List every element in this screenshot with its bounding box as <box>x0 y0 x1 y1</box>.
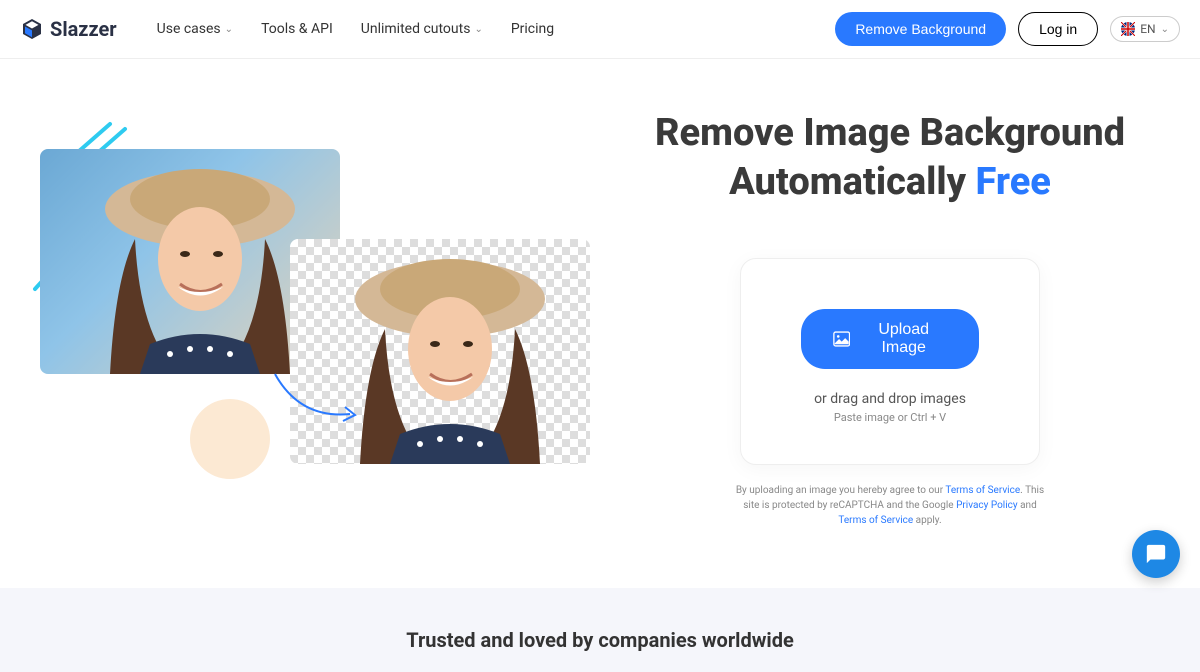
nav-unlimited[interactable]: Unlimited cutouts ⌄ <box>361 21 483 37</box>
legal-and: and <box>1018 500 1037 511</box>
logo-icon <box>20 17 44 41</box>
header-actions: Remove Background Log in EN ⌄ <box>835 12 1180 46</box>
headline-line1: Remove Image Background <box>655 111 1125 155</box>
nav-unlimited-label: Unlimited cutouts <box>361 21 471 37</box>
nav-tools[interactable]: Tools & API <box>261 21 333 37</box>
nav-use-cases[interactable]: Use cases ⌄ <box>157 21 233 37</box>
hero-image-preview <box>40 109 580 469</box>
upload-button[interactable]: Upload Image <box>801 309 979 369</box>
tos-link[interactable]: Terms of Service <box>945 485 1020 496</box>
login-button[interactable]: Log in <box>1018 12 1098 46</box>
nav-use-cases-label: Use cases <box>157 21 221 37</box>
legal-text: By uploading an image you hereby agree t… <box>730 483 1050 528</box>
person-illustration <box>290 239 590 464</box>
trusted-section: Trusted and loved by companies worldwide <box>0 588 1200 672</box>
upload-card[interactable]: Upload Image or drag and drop images Pas… <box>740 258 1040 465</box>
tos-link-2[interactable]: Terms of Service <box>838 515 913 526</box>
main-nav: Use cases ⌄ Tools & API Unlimited cutout… <box>157 21 555 37</box>
paste-hint: Paste image or Ctrl + V <box>834 411 946 424</box>
image-icon <box>833 330 850 348</box>
header: Slazzer Use cases ⌄ Tools & API Unlimite… <box>0 0 1200 59</box>
nav-pricing[interactable]: Pricing <box>511 21 554 37</box>
chevron-down-icon: ⌄ <box>1161 24 1169 35</box>
headline-accent: Free <box>976 160 1051 204</box>
after-image <box>290 239 590 464</box>
decoration-circle <box>190 399 270 479</box>
arrow-icon <box>270 369 360 429</box>
brand-text: Slazzer <box>50 17 117 41</box>
logo[interactable]: Slazzer <box>20 17 117 41</box>
trusted-title: Trusted and loved by companies worldwide <box>0 628 1200 652</box>
headline: Remove Image Background Automatically Fr… <box>655 109 1125 208</box>
drag-drop-text: or drag and drop images <box>814 391 966 407</box>
hero-content: Remove Image Background Automatically Fr… <box>620 109 1160 528</box>
chevron-down-icon: ⌄ <box>225 24 233 35</box>
nav-tools-label: Tools & API <box>261 21 333 37</box>
flag-uk-icon <box>1121 22 1135 36</box>
language-label: EN <box>1140 22 1155 36</box>
legal-suffix: apply. <box>913 515 941 526</box>
nav-pricing-label: Pricing <box>511 21 554 37</box>
remove-bg-button[interactable]: Remove Background <box>835 12 1006 46</box>
hero-section: Remove Image Background Automatically Fr… <box>0 59 1200 588</box>
chevron-down-icon: ⌄ <box>474 24 482 35</box>
privacy-link[interactable]: Privacy Policy <box>956 500 1018 511</box>
legal-prefix: By uploading an image you hereby agree t… <box>736 485 946 496</box>
chat-icon <box>1145 543 1167 565</box>
chat-button[interactable] <box>1132 530 1180 578</box>
headline-line2: Automatically <box>729 160 966 204</box>
upload-button-label: Upload Image <box>860 321 947 357</box>
language-selector[interactable]: EN ⌄ <box>1110 16 1180 42</box>
